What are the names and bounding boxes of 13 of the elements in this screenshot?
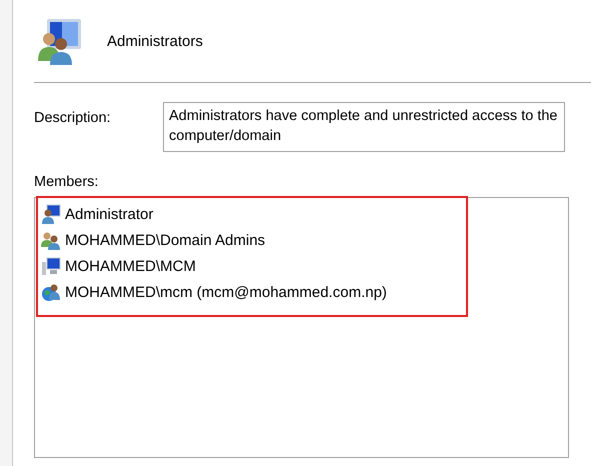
members-label: Members: xyxy=(34,174,100,190)
member-name[interactable]: Administrator xyxy=(65,206,154,222)
user-monitor-icon xyxy=(41,204,61,224)
computer-icon xyxy=(41,256,61,276)
description-label: Description: xyxy=(34,109,112,128)
member-name[interactable]: MOHAMMED\mcm (mcm@mohammed.com.np) xyxy=(65,284,387,300)
globe-user-icon xyxy=(41,282,61,302)
users-icon xyxy=(41,230,61,250)
group-name: Administrators xyxy=(107,32,203,50)
group-monitor-icon xyxy=(35,17,83,65)
member-name[interactable]: MOHAMMED\MCM xyxy=(65,258,196,274)
member-name[interactable]: MOHAMMED\Domain Admins xyxy=(65,232,266,248)
description-field[interactable]: Administrators have complete and unrestricted access to the computer/domain xyxy=(163,102,565,152)
